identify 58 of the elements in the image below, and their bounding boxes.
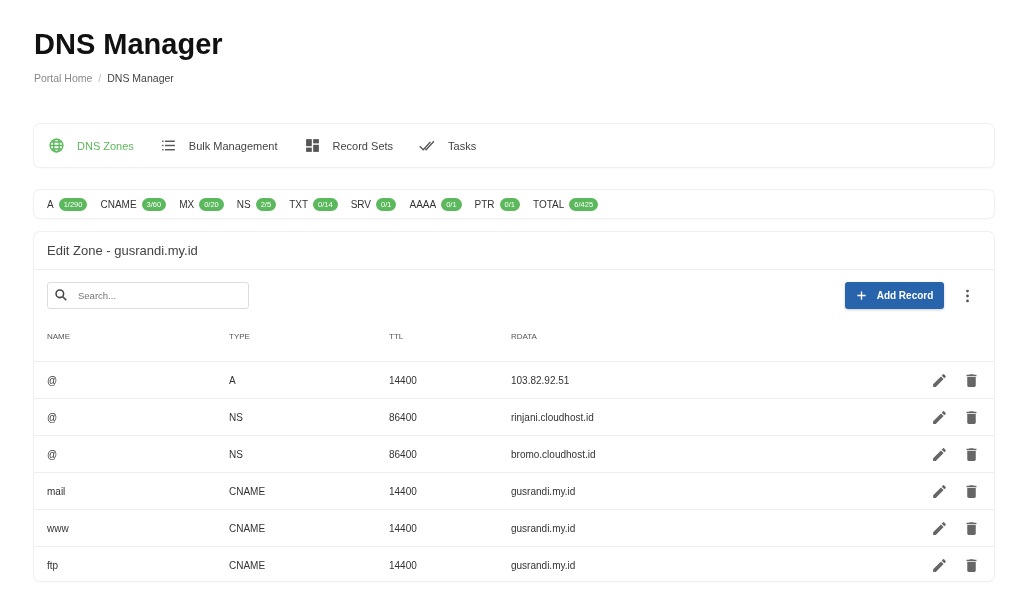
table-cell-text: mail — [47, 485, 67, 497]
column-header: RDATA — [511, 331, 538, 341]
table-cell-text: 86400 — [389, 411, 418, 423]
record-type-label: MX — [179, 198, 195, 210]
table-cell-text: rinjani.cloudhost.id — [511, 411, 595, 423]
nav-tab[interactable]: Bulk Management — [159, 137, 278, 154]
add-record-button[interactable]: Add Record — [845, 282, 944, 309]
page-title: DNS Manager — [34, 27, 224, 62]
edit-icon[interactable] — [931, 445, 948, 463]
table-cell-text: @ — [47, 411, 59, 423]
more-options-icon[interactable] — [965, 288, 970, 303]
table-cell-text: bromo.cloudhost.id — [511, 448, 597, 460]
table-cell-text: 14400 — [389, 374, 418, 386]
breadcrumb-item: DNS Manager — [107, 72, 174, 84]
record-type-label: CNAME — [100, 198, 137, 210]
table-cell-text: 14400 — [389, 522, 418, 534]
record-type-label: A — [47, 198, 54, 210]
table-cell-text: gusrandi.my.id — [511, 522, 577, 534]
column-header: TTL — [389, 331, 405, 341]
search-field[interactable]: Search... — [47, 282, 249, 309]
edit-icon[interactable] — [931, 482, 948, 500]
search-icon — [54, 288, 68, 302]
table-cell-text: 86400 — [389, 448, 418, 460]
column-header: TYPE — [229, 331, 251, 341]
record-type-label: NS — [236, 198, 251, 210]
table-cell-text: www — [47, 522, 70, 534]
record-type-label: SRV — [350, 198, 372, 210]
table-cell-text: 14400 — [389, 559, 418, 571]
record-type-label: PTR — [474, 198, 495, 210]
breadcrumb-separator: / — [98, 72, 102, 84]
panel-title: Edit Zone - gusrandi.my.id — [47, 243, 198, 258]
record-type-label: TOTAL — [533, 198, 565, 210]
plus-icon — [855, 290, 867, 301]
edit-icon[interactable] — [931, 371, 948, 389]
table-cell-text: NS — [229, 448, 244, 460]
table-cell-text: @ — [47, 448, 59, 460]
table-cell-text: NS — [229, 411, 244, 423]
table-cell-text: ftp — [47, 559, 60, 571]
record-type-label: AAAA — [409, 198, 437, 210]
table-cell-text: gusrandi.my.id — [511, 485, 577, 497]
edit-icon[interactable] — [931, 519, 948, 537]
globe-icon — [48, 137, 65, 154]
table-cell-text: 14400 — [389, 485, 418, 497]
nav-tab[interactable]: Tasks — [419, 137, 477, 154]
table-cell-text: 103.82.92.51 — [511, 374, 571, 386]
table-cell-text: @ — [47, 374, 59, 386]
breadcrumb-item[interactable]: Portal Home — [34, 72, 93, 84]
table-cell-text: gusrandi.my.id — [511, 559, 577, 571]
edit-icon[interactable] — [931, 556, 948, 574]
table-cell-text: A — [229, 374, 237, 386]
column-header: NAME — [47, 331, 72, 341]
table-cell-text: CNAME — [229, 522, 267, 534]
dashboard-icon — [303, 137, 321, 154]
nav-tab[interactable]: Record Sets — [303, 137, 394, 154]
record-type-label: TXT — [289, 198, 309, 210]
table-cell-text: CNAME — [229, 485, 267, 497]
edit-icon[interactable] — [931, 408, 948, 426]
table-cell-text: CNAME — [229, 559, 267, 571]
